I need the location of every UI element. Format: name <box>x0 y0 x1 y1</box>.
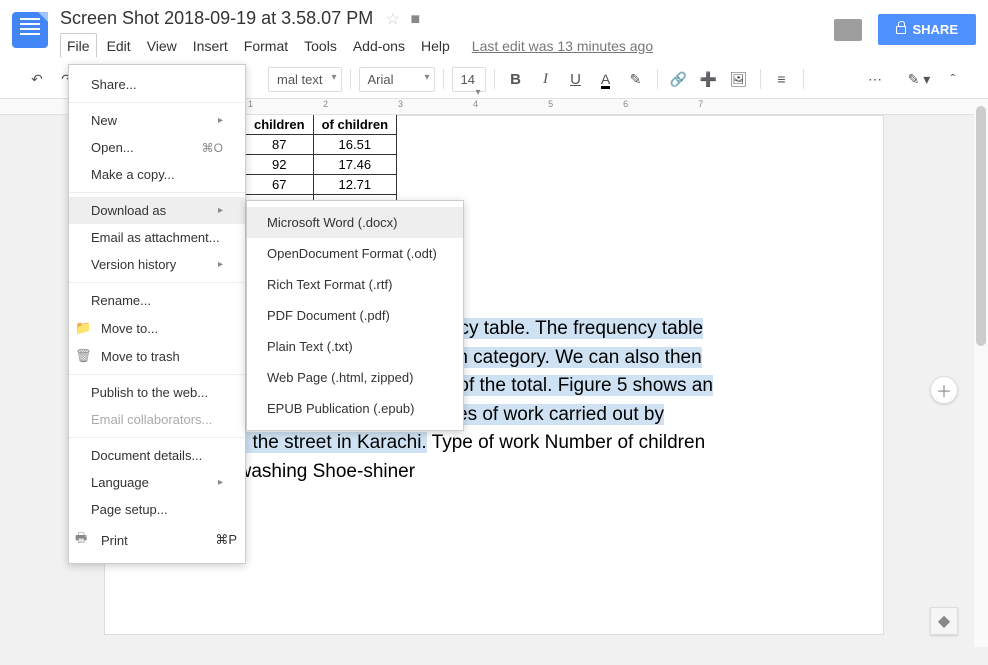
download-rtf[interactable]: Rich Text Format (.rtf) <box>247 269 463 300</box>
menu-view[interactable]: View <box>141 34 183 58</box>
editing-mode-icon[interactable]: ✎ ▾ <box>906 66 932 92</box>
download-epub[interactable]: EPUB Publication (.epub) <box>247 393 463 424</box>
menu-download-as[interactable]: Download as▸ <box>69 197 245 224</box>
more-icon[interactable]: ⋯ <box>862 66 888 92</box>
comment-insert-icon[interactable]: ➕ <box>696 66 722 92</box>
highlight-icon[interactable]: ✎ <box>623 66 649 92</box>
share-label: SHARE <box>912 22 958 37</box>
size-select[interactable]: 14 <box>452 67 486 92</box>
last-edit-link[interactable]: Last edit was 13 minutes ago <box>472 38 653 54</box>
menu-page-setup[interactable]: Page setup... <box>69 496 245 523</box>
print-icon: 🖶 <box>75 529 91 551</box>
menu-email-collab: Email collaborators... <box>69 406 245 433</box>
trash-icon: 🗑 <box>75 348 91 364</box>
menu-move-trash[interactable]: 🗑Move to trash <box>69 342 245 370</box>
menu-addons[interactable]: Add-ons <box>347 34 411 58</box>
undo-icon[interactable]: ↶ <box>24 66 50 92</box>
menu-file[interactable]: File <box>60 33 97 58</box>
menu-doc-details[interactable]: Document details... <box>69 442 245 469</box>
menu-help[interactable]: Help <box>415 34 456 58</box>
menu-print[interactable]: 🖶Print⌘P <box>69 523 245 557</box>
explore-button[interactable]: ◆ <box>930 607 958 635</box>
star-icon[interactable]: ☆ <box>386 11 400 28</box>
style-select[interactable]: mal text <box>268 67 342 92</box>
menu-open[interactable]: Open...⌘O <box>69 134 245 161</box>
download-submenu: Microsoft Word (.docx) OpenDocument Form… <box>246 200 464 431</box>
menu-edit[interactable]: Edit <box>101 34 137 58</box>
italic-icon[interactable]: I <box>533 66 559 92</box>
menu-language[interactable]: Language▸ <box>69 469 245 496</box>
menu-bar: File Edit View Insert Format Tools Add-o… <box>60 33 834 58</box>
menu-insert[interactable]: Insert <box>187 34 234 58</box>
menu-version-history[interactable]: Version history▸ <box>69 251 245 278</box>
docs-logo[interactable] <box>12 12 48 48</box>
share-button[interactable]: SHARE <box>878 14 976 45</box>
folder-move-icon: 📁 <box>75 320 91 336</box>
menu-new[interactable]: New▸ <box>69 107 245 134</box>
download-txt[interactable]: Plain Text (.txt) <box>247 331 463 362</box>
align-icon[interactable]: ≡ <box>769 66 795 92</box>
menu-format[interactable]: Format <box>238 34 294 58</box>
menu-rename[interactable]: Rename... <box>69 287 245 314</box>
menu-publish[interactable]: Publish to the web... <box>69 379 245 406</box>
link-icon[interactable]: 🔗 <box>666 66 692 92</box>
add-comment-button[interactable]: ＋ <box>930 376 958 404</box>
file-dropdown: Share... New▸ Open...⌘O Make a copy... D… <box>68 64 246 564</box>
image-icon[interactable]: 🖼 <box>726 66 752 92</box>
collapse-icon[interactable]: ˆ <box>940 66 966 92</box>
vertical-scrollbar[interactable] <box>974 106 988 647</box>
menu-share[interactable]: Share... <box>69 71 245 98</box>
download-html[interactable]: Web Page (.html, zipped) <box>247 362 463 393</box>
font-select[interactable]: Arial <box>359 67 435 92</box>
scroll-thumb[interactable] <box>976 106 986 346</box>
folder-icon[interactable]: ■ <box>410 11 420 28</box>
comments-icon[interactable] <box>834 19 862 41</box>
lock-icon <box>896 26 906 34</box>
menu-tools[interactable]: Tools <box>298 34 343 58</box>
underline-icon[interactable]: U <box>563 66 589 92</box>
menu-email-attachment[interactable]: Email as attachment... <box>69 224 245 251</box>
download-pdf[interactable]: PDF Document (.pdf) <box>247 300 463 331</box>
menu-make-copy[interactable]: Make a copy... <box>69 161 245 188</box>
document-title[interactable]: Screen Shot 2018-09-19 at 3.58.07 PM <box>60 8 373 29</box>
bold-icon[interactable]: B <box>503 66 529 92</box>
download-docx[interactable]: Microsoft Word (.docx) <box>247 207 463 238</box>
download-odt[interactable]: OpenDocument Format (.odt) <box>247 238 463 269</box>
text-color-icon[interactable]: A <box>593 66 619 92</box>
menu-move-to[interactable]: 📁Move to... <box>69 314 245 342</box>
